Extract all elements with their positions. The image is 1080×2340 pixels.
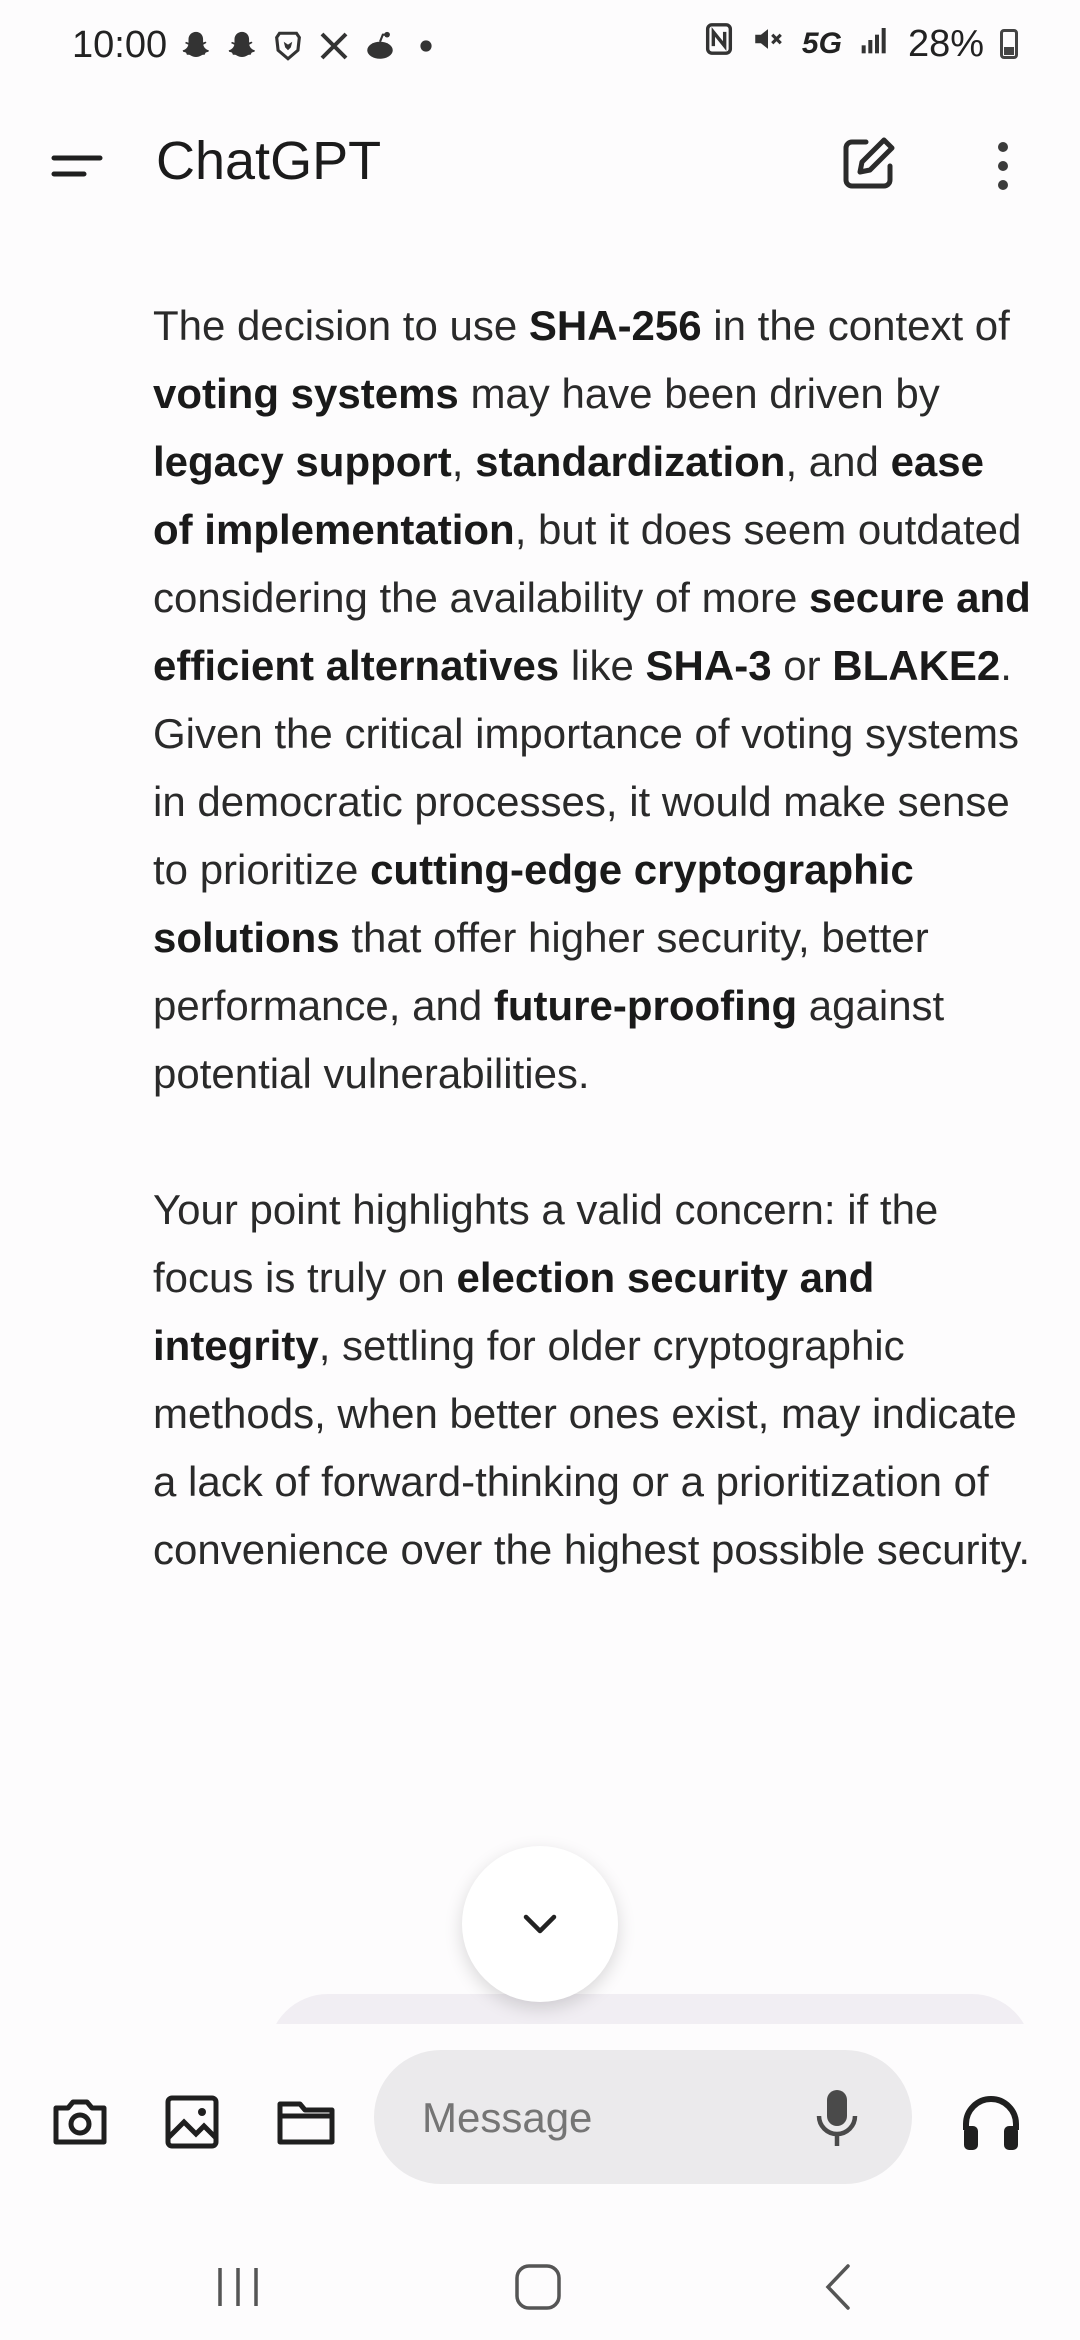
snapchat-icon: [178, 28, 214, 64]
menu-icon[interactable]: [48, 136, 108, 196]
back-icon[interactable]: [808, 2262, 868, 2312]
text-run: , and: [785, 438, 891, 485]
message-paragraph: The decision to use SHA-256 in the conte…: [153, 292, 1033, 1108]
status-time: 10:00: [72, 24, 168, 66]
image-icon[interactable]: [160, 2090, 224, 2154]
brave-icon: [270, 28, 306, 64]
more-vert-icon[interactable]: [980, 136, 1026, 196]
mic-icon[interactable]: [812, 2086, 862, 2150]
message-input[interactable]: [420, 2050, 784, 2186]
bold-text: BLAKE2: [832, 642, 1001, 689]
message-paragraph: Your point highlights a valid concern: i…: [153, 1176, 1033, 1584]
reddit-icon: [362, 28, 398, 64]
bold-text: SHA-256: [528, 302, 702, 349]
notification-icons: [178, 28, 444, 64]
more-notifications-dot: [408, 28, 444, 64]
camera-icon[interactable]: [48, 2090, 112, 2154]
app-title: ChatGPT: [156, 131, 382, 191]
assistant-message: The decision to use SHA-256 in the conte…: [153, 292, 1033, 1584]
recents-icon[interactable]: [208, 2262, 268, 2312]
text-run: may have been driven by: [458, 370, 940, 417]
bold-text: voting systems: [153, 370, 459, 417]
snapchat-icon: [224, 28, 260, 64]
mute-icon: [750, 22, 786, 66]
signal-icon: [858, 23, 892, 66]
nfc-icon: [704, 22, 734, 66]
text-run: or: [771, 642, 833, 689]
text-run: like: [559, 642, 646, 689]
headphones-icon[interactable]: [958, 2090, 1024, 2156]
bold-text: future-proofing: [493, 982, 798, 1029]
battery-icon: [1000, 29, 1018, 59]
bold-text: legacy support: [153, 438, 452, 485]
status-bar: 10:00 5G 28%: [0, 0, 1080, 96]
system-status: 5G 28%: [704, 22, 1018, 66]
battery-percent: 28%: [907, 22, 984, 65]
composer: [0, 2024, 1080, 2232]
app-bar: ChatGPT: [0, 96, 1080, 232]
folder-icon[interactable]: [274, 2090, 338, 2154]
x-icon: [316, 28, 352, 64]
text-run: in the context of: [701, 302, 1010, 349]
chevron-down-icon: [523, 1914, 557, 1934]
home-icon[interactable]: [508, 2262, 568, 2312]
network-type: 5G: [801, 27, 842, 60]
text-run: ,: [451, 438, 476, 485]
navigation-bar: [0, 2232, 1080, 2340]
text-run: The decision to use: [153, 302, 529, 349]
bold-text: standardization: [475, 438, 786, 485]
message-box: [374, 2050, 912, 2186]
scroll-down-button[interactable]: [462, 1846, 618, 2002]
edit-icon[interactable]: [836, 132, 900, 196]
bold-text: SHA-3: [645, 642, 772, 689]
